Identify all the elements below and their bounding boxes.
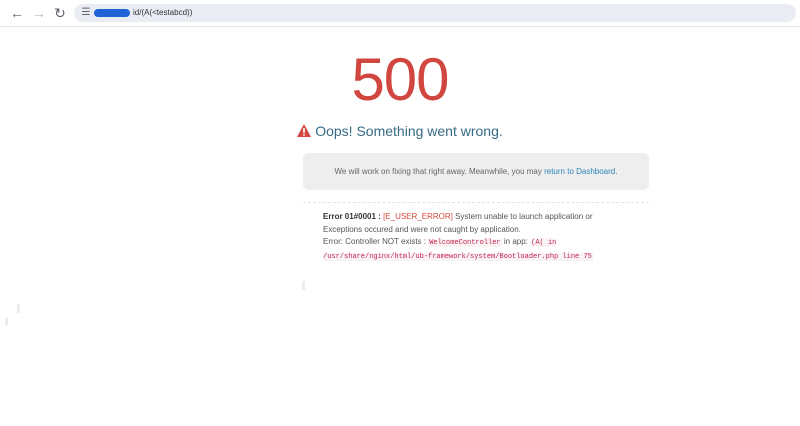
error-code: 500 bbox=[351, 46, 449, 113]
return-to-dashboard-link[interactable]: return to Dashboard bbox=[544, 167, 615, 176]
reload-icon[interactable]: ↻ bbox=[51, 4, 69, 22]
error-headline: Oops! Something went wrong. bbox=[0, 122, 800, 140]
in-app-text: in app: bbox=[503, 237, 528, 246]
artifact bbox=[302, 281, 305, 290]
warning-icon bbox=[297, 124, 312, 137]
back-arrow-icon[interactable]: ← bbox=[8, 4, 26, 22]
browser-toolbar: ← → ↻ ☰ id/(A(<testabcd)) bbox=[0, 0, 800, 27]
headline-text: Oops! Something went wrong. bbox=[315, 123, 503, 139]
info-box: We will work on fixing that right away. … bbox=[303, 153, 649, 190]
error-type: [E_USER_ERROR] bbox=[383, 212, 453, 221]
error-label: Error 01#0001 : bbox=[323, 212, 381, 221]
info-message: We will work on fixing that right away. … bbox=[334, 167, 542, 176]
artifact bbox=[5, 318, 8, 326]
artifact bbox=[17, 304, 20, 313]
forward-arrow-icon[interactable]: → bbox=[30, 4, 48, 22]
divider bbox=[303, 202, 649, 203]
address-bar[interactable]: ☰ id/(A(<testabcd)) bbox=[74, 4, 796, 22]
site-info-icon[interactable]: ☰ bbox=[80, 7, 92, 19]
error-details: Error 01#0001 : [E_USER_ERROR] System un… bbox=[323, 211, 623, 263]
controller-code: WelcomeController bbox=[428, 239, 502, 247]
info-message-suffix: . bbox=[615, 167, 618, 176]
error-text-2: Error: Controller NOT exists : bbox=[323, 237, 426, 246]
redacted-domain bbox=[94, 9, 130, 17]
url-text: id/(A(<testabcd)) bbox=[133, 8, 193, 17]
